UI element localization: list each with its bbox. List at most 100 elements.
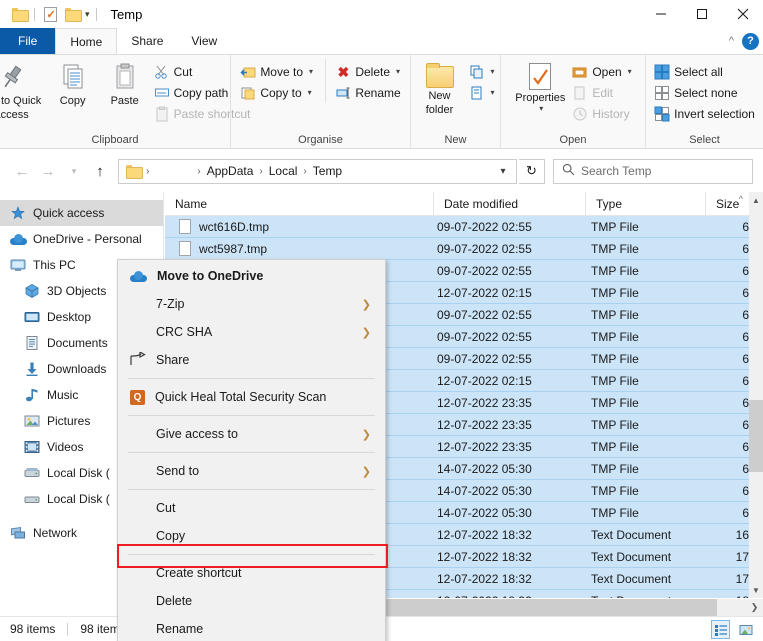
tab-view[interactable]: View [177, 28, 231, 54]
chevron-down-icon[interactable]: ▾ [83, 9, 92, 20]
sidebar-label: Local Disk ( [47, 466, 110, 480]
forward-arrow-icon[interactable]: → [36, 159, 60, 183]
sidebar-item-onedrive[interactable]: OneDrive - Personal [0, 226, 163, 252]
organise-col-2: ✖ Delete ▾ Rename [325, 59, 403, 103]
menu-item-crc-sha[interactable]: CRC SHA ❯ [118, 318, 385, 346]
pin-to-quick-access-button[interactable]: Pin to Quick access [0, 59, 47, 123]
sidebar-item-quick-access[interactable]: Quick access [0, 200, 163, 226]
copy-to-button[interactable]: Copy to ▾ [237, 82, 325, 103]
breadcrumb-temp[interactable]: Temp [309, 160, 346, 183]
chevron-down-icon[interactable]: ▾ [539, 104, 543, 113]
chevron-down-icon[interactable]: ▾ [396, 67, 400, 76]
copy-label: Copy [59, 95, 86, 107]
cell-size: 6 [742, 461, 749, 476]
easy-access-button[interactable]: ▾ [466, 82, 498, 103]
select-all-button[interactable]: Select all [651, 61, 758, 82]
menu-item-send-to[interactable]: Send to ❯ [118, 457, 385, 485]
pin-icon [0, 61, 28, 93]
scroll-down-icon[interactable]: ▼ [749, 582, 763, 598]
file-name-label: wct616D.tmp [199, 219, 270, 234]
table-row[interactable]: wct5987.tmp 09-07-2022 02:55 TMP File 6 [165, 238, 749, 260]
menu-item-7-zip[interactable]: 7-Zip ❯ [118, 290, 385, 318]
new-folder-icon[interactable] [61, 3, 83, 25]
chevron-down-icon[interactable]: ▾ [491, 88, 495, 97]
breadcrumb-appdata[interactable]: AppData [203, 160, 258, 183]
group-label-organise: Organise [298, 134, 343, 146]
cell-date-modified: 12-07-2022 18:32 [433, 594, 585, 599]
refresh-icon[interactable]: ↻ [519, 158, 545, 184]
vertical-scrollbar[interactable]: ▲ ▼ [749, 192, 763, 598]
new-item-button[interactable]: ▾ [466, 61, 498, 82]
new-folder-button[interactable]: New folder [414, 59, 466, 118]
onedrive-cloud-icon [10, 231, 27, 247]
chevron-right-icon: ❯ [361, 428, 371, 441]
move-to-button[interactable]: Move to ▾ [237, 61, 325, 82]
invert-selection-button[interactable]: Invert selection [651, 103, 758, 124]
cut-label: Cut [173, 64, 193, 79]
properties-button[interactable]: Properties ▾ [511, 59, 569, 115]
open-button[interactable]: Open ▾ [569, 61, 634, 82]
scrollbar-thumb[interactable] [749, 400, 763, 472]
menu-item-delete[interactable]: Delete [118, 587, 385, 615]
menu-item-share[interactable]: Share [118, 346, 385, 374]
column-header-date-modified[interactable]: Date modified [433, 191, 585, 216]
select-none-label: Select none [674, 85, 738, 100]
address-input[interactable]: › › AppData › Local › Temp ▾ [118, 158, 517, 184]
column-header-name[interactable]: Name [165, 192, 433, 216]
properties-checkmark-icon[interactable]: ✓ [39, 3, 61, 25]
cell-type: TMP File [591, 395, 639, 410]
tab-file[interactable]: File [0, 28, 56, 54]
documents-icon [24, 335, 40, 351]
sidebar-label: Quick access [33, 206, 105, 220]
minimize-icon[interactable] [640, 0, 681, 28]
delete-button[interactable]: ✖ Delete ▾ [332, 61, 403, 82]
recent-locations-icon[interactable]: ▾ [62, 159, 86, 183]
view-buttons [711, 620, 755, 639]
scroll-right-icon[interactable]: ❯ [746, 599, 763, 616]
up-arrow-icon[interactable]: ↑ [88, 159, 112, 183]
music-icon [24, 387, 40, 403]
rename-button[interactable]: Rename [332, 82, 403, 103]
folder-icon [126, 165, 143, 179]
chevron-down-icon[interactable]: ▾ [628, 67, 632, 76]
group-label-new: New [444, 134, 467, 146]
folder-icon[interactable] [8, 3, 30, 25]
menu-item-quick-heal-total-security-scan[interactable]: Q Quick Heal Total Security Scan [118, 383, 385, 411]
cell-size: 6 [742, 241, 749, 256]
collapse-ribbon-icon[interactable]: ^ [729, 35, 734, 47]
paste-button[interactable]: Paste [99, 59, 151, 109]
scroll-up-icon[interactable]: ▲ [749, 192, 763, 208]
ribbon-group-clipboard: Pin to Quick access [0, 55, 250, 149]
properties-label: Properties [515, 92, 566, 104]
large-icons-view-icon[interactable] [736, 620, 755, 639]
local-disk-icon [24, 491, 40, 507]
menu-item-label: Give access to [156, 427, 238, 441]
maximize-icon[interactable] [681, 0, 722, 28]
copy-button[interactable]: Copy [47, 59, 99, 109]
help-icon[interactable]: ? [742, 32, 759, 50]
tab-home[interactable]: Home [55, 28, 118, 54]
breadcrumb-local[interactable]: Local [265, 160, 302, 183]
chevron-down-icon[interactable]: ▾ [309, 67, 313, 76]
select-small-buttons: Select all Select none Invert selection [651, 59, 758, 124]
menu-item-copy[interactable]: Copy [118, 522, 385, 550]
close-icon[interactable] [722, 0, 763, 28]
menu-item-rename[interactable]: Rename [118, 615, 385, 641]
chevron-down-icon[interactable]: ▾ [491, 67, 495, 76]
details-view-icon[interactable] [711, 620, 730, 639]
downloads-icon [24, 361, 40, 377]
chevron-down-icon[interactable]: ▾ [494, 166, 512, 177]
network-icon [10, 525, 26, 541]
select-none-button[interactable]: Select none [651, 82, 758, 103]
tab-share[interactable]: Share [117, 28, 177, 54]
column-header-type[interactable]: Type [585, 191, 705, 216]
column-header-size[interactable]: Size ^ [705, 191, 749, 216]
chevron-down-icon[interactable]: ▾ [308, 88, 312, 97]
search-input[interactable]: Search Temp [553, 158, 753, 184]
menu-item-move-to-onedrive[interactable]: Move to OneDrive [118, 262, 385, 290]
table-row[interactable]: wct616D.tmp 09-07-2022 02:55 TMP File 6 [165, 216, 749, 238]
menu-item-create-shortcut[interactable]: Create shortcut [118, 559, 385, 587]
back-arrow-icon[interactable]: ← [10, 159, 34, 183]
menu-item-cut[interactable]: Cut [118, 494, 385, 522]
menu-item-give-access-to[interactable]: Give access to ❯ [118, 420, 385, 448]
